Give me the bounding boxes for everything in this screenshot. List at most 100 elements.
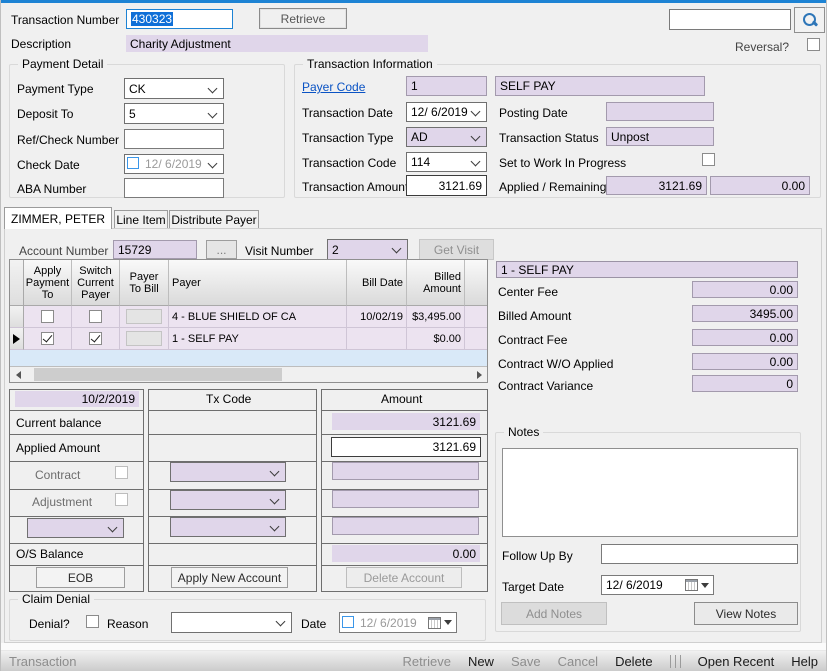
tab-distribute-payer[interactable]: Distribute Payer <box>169 210 259 229</box>
tab-line-item[interactable]: Line Item <box>114 210 168 229</box>
col-payer-to-bill: Payer To Bill <box>120 260 169 306</box>
row2-payer-to-bill-box[interactable] <box>126 331 162 346</box>
transaction-status-field: Unpost <box>606 127 714 146</box>
row1-payer-to-bill-cell <box>120 306 169 328</box>
contract-checkbox[interactable] <box>115 466 128 479</box>
table-horizontal-scrollbar[interactable] <box>10 366 487 382</box>
row2-apply-cell <box>24 328 72 350</box>
target-date-label: Target Date <box>502 580 565 594</box>
transaction-type-combo[interactable]: AD <box>406 127 487 147</box>
scroll-left-icon[interactable] <box>10 367 26 382</box>
contract-fee-label: Contract Fee <box>498 333 568 347</box>
extra-row-combo[interactable] <box>27 518 124 538</box>
applied-remaining-label: Applied / Remaining <box>499 180 607 194</box>
description-field: Charity Adjustment <box>126 35 428 52</box>
reason-label: Reason <box>107 617 149 631</box>
posting-date-field <box>606 102 714 121</box>
denial-checkbox[interactable] <box>86 615 99 628</box>
transaction-date-label: Transaction Date <box>302 106 393 120</box>
header-selector-cell <box>10 260 24 306</box>
payer-row-1[interactable]: 4 - BLUE SHIELD OF CA 10/02/19 $3,495.00 <box>10 306 487 328</box>
contract-txcode-combo[interactable] <box>170 462 286 482</box>
get-visit-button[interactable]: Get Visit <box>419 239 494 260</box>
tab-patient-label: ZIMMER, PETER <box>10 211 105 226</box>
delete-account-button[interactable]: Delete Account <box>346 567 462 588</box>
transaction-amount-input[interactable]: 3121.69 <box>406 175 487 196</box>
follow-up-by-input[interactable] <box>601 544 798 564</box>
deposit-to-combo[interactable]: 5 <box>124 103 224 124</box>
account-number-label: Account Number <box>19 244 109 258</box>
tab-distribute-payer-label: Distribute Payer <box>171 213 257 227</box>
aba-input[interactable] <box>124 178 224 198</box>
statusbar-open-recent[interactable]: Open Recent <box>698 654 775 669</box>
calendar-icon <box>685 579 698 591</box>
search-button[interactable] <box>794 7 825 33</box>
denial-reason-combo[interactable] <box>171 612 292 633</box>
adjustment-checkbox[interactable] <box>115 493 128 506</box>
col-apply-payment-to: Apply Payment To <box>24 260 72 306</box>
transaction-number-value: 430323 <box>131 12 174 26</box>
statusbar-cancel[interactable]: Cancel <box>558 654 598 669</box>
check-date-checkbox[interactable] <box>127 157 139 169</box>
row1-payer-to-bill-box[interactable] <box>126 309 162 324</box>
contract-amount-field <box>332 462 479 480</box>
adjustment-amount-field <box>332 490 479 508</box>
statusbar-save[interactable]: Save <box>511 654 541 669</box>
description-label: Description <box>11 37 72 51</box>
statusbar-help[interactable]: Help <box>791 654 818 669</box>
transaction-type-label: Transaction Type <box>302 131 394 145</box>
row1-apply-checkbox[interactable] <box>41 310 54 323</box>
transaction-number-input[interactable]: 430323 <box>126 9 233 29</box>
adjustment-txcode-combo[interactable] <box>170 490 286 510</box>
apply-new-account-button[interactable]: Apply New Account <box>171 567 288 588</box>
statusbar-mode: Transaction <box>9 653 77 669</box>
add-notes-button[interactable]: Add Notes <box>501 602 607 625</box>
row2-switch-checkbox[interactable] <box>89 332 102 345</box>
row2-partial-cell <box>465 328 487 350</box>
billed-amount-value: 3495.00 <box>692 305 798 322</box>
target-date-picker[interactable]: 12/ 6/2019 <box>601 575 714 595</box>
payer-row-2[interactable]: 1 - SELF PAY $0.00 <box>10 328 487 350</box>
browse-account-button[interactable]: ... <box>206 240 237 259</box>
aba-label: ABA Number <box>17 182 87 196</box>
col-bill-date: Bill Date <box>347 260 407 306</box>
extra-txcode-combo[interactable] <box>170 517 286 537</box>
remaining-field: 0.00 <box>710 176 810 195</box>
payer-code-link[interactable]: Payer Code <box>302 80 365 94</box>
center-fee-value: 0.00 <box>692 281 798 298</box>
billed-amount-label: Billed Amount <box>498 309 572 323</box>
applied-amount-input[interactable]: 3121.69 <box>331 437 481 457</box>
notes-textarea[interactable] <box>502 448 798 537</box>
wip-checkbox[interactable] <box>702 153 715 166</box>
retrieve-button[interactable]: Retrieve <box>259 8 347 29</box>
eob-button[interactable]: EOB <box>36 567 125 588</box>
payment-type-combo[interactable]: CK <box>124 78 224 99</box>
scrollbar-thumb[interactable] <box>34 368 282 381</box>
denial-date-checkbox[interactable] <box>342 616 354 628</box>
account-number-field: 15729 <box>113 240 197 259</box>
transaction-code-combo[interactable]: 114 <box>406 152 487 172</box>
denial-date-picker[interactable]: 12/ 6/2019 <box>339 612 457 633</box>
center-fee-label: Center Fee <box>498 285 559 299</box>
claim-denial-title: Claim Denial <box>18 592 95 606</box>
row1-bill-date: 10/02/19 <box>347 306 407 328</box>
statusbar-delete[interactable]: Delete <box>615 654 653 669</box>
ref-check-label: Ref/Check Number <box>17 133 120 147</box>
statusbar-new[interactable]: New <box>468 654 494 669</box>
row2-apply-checkbox[interactable] <box>41 332 54 345</box>
ref-check-input[interactable] <box>124 129 224 149</box>
row1-switch-checkbox[interactable] <box>89 310 102 323</box>
view-notes-button[interactable]: View Notes <box>694 602 798 625</box>
transaction-amount-label: Transaction Amount <box>302 180 409 194</box>
scroll-right-icon[interactable] <box>471 367 487 382</box>
row1-apply-cell <box>24 306 72 328</box>
check-date-picker[interactable]: 12/ 6/2019 <box>124 154 224 174</box>
search-input[interactable] <box>669 9 791 30</box>
statusbar-retrieve[interactable]: Retrieve <box>403 654 451 669</box>
tab-patient[interactable]: ZIMMER, PETER <box>4 207 112 229</box>
transaction-date-picker[interactable]: 12/ 6/2019 <box>406 102 487 122</box>
contract-variance-value: 0 <box>692 375 798 392</box>
reversal-checkbox[interactable] <box>807 38 820 51</box>
visit-number-combo[interactable]: 2 <box>327 239 408 260</box>
contract-wo-applied-value: 0.00 <box>692 353 798 370</box>
